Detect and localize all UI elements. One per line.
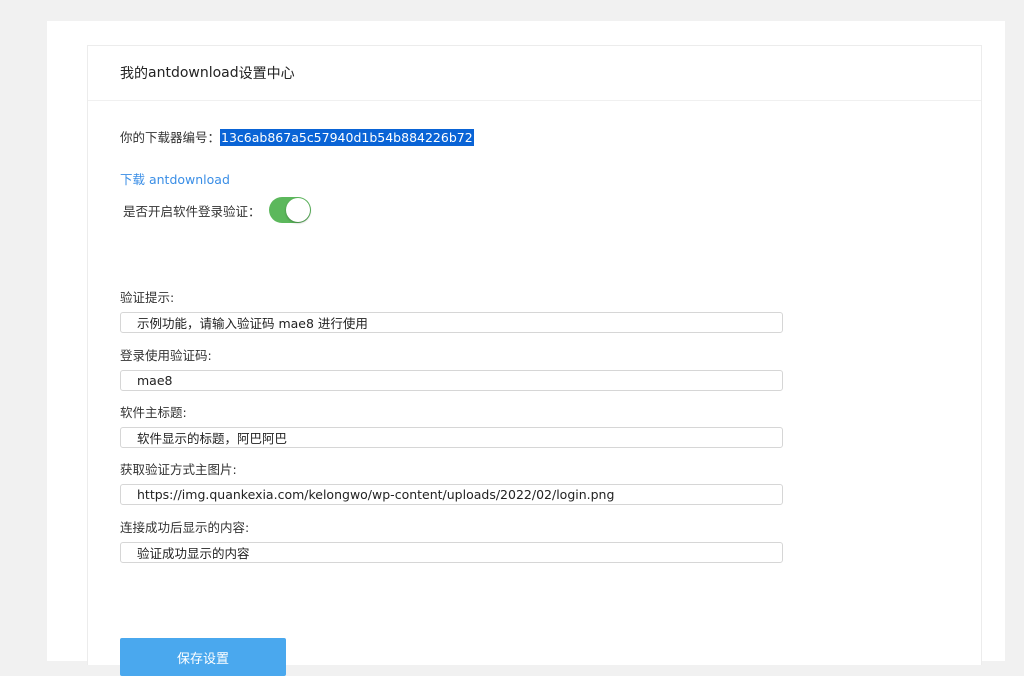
page-title-prefix: 我的 [120,66,148,82]
save-settings-button[interactable]: 保存设置 [120,638,286,676]
success-content-input[interactable] [120,542,783,563]
login-verify-row: 是否开启软件登录验证： [123,197,311,223]
downloader-id-label: 你的下载器编号： [120,130,221,145]
page-title-suffix: 设置中心 [238,66,295,82]
success-content-label: 连接成功后显示的内容: [120,520,250,535]
verify-hint-input[interactable] [120,312,783,333]
downloader-id-row: 你的下载器编号：13c6ab867a5c57940d1b54b884226b72 [120,127,474,146]
page-title-brand: antdownload [148,65,239,81]
main-image-input[interactable] [120,484,783,505]
main-title-input[interactable] [120,427,783,448]
login-code-label: 登录使用验证码: [120,348,212,363]
page-background-card: 我的 antdownload 设置中心 你的下载器编号：13c6ab867a5c… [47,21,1005,676]
login-verify-label: 是否开启软件登录验证： [123,203,261,219]
downloader-id-value[interactable]: 13c6ab867a5c57940d1b54b884226b72 [220,129,474,146]
settings-panel: 我的 antdownload 设置中心 你的下载器编号：13c6ab867a5c… [87,45,982,676]
panel-header: 我的 antdownload 设置中心 [88,46,981,101]
main-image-label: 获取验证方式主图片: [120,462,237,477]
main-title-label: 软件主标题: [120,405,187,420]
download-antdownload-link[interactable]: 下载 antdownload [120,169,230,188]
login-verify-toggle[interactable] [268,197,311,223]
verify-hint-label: 验证提示: [120,290,175,305]
login-code-input[interactable] [120,370,783,391]
toggle-knob [285,198,310,222]
